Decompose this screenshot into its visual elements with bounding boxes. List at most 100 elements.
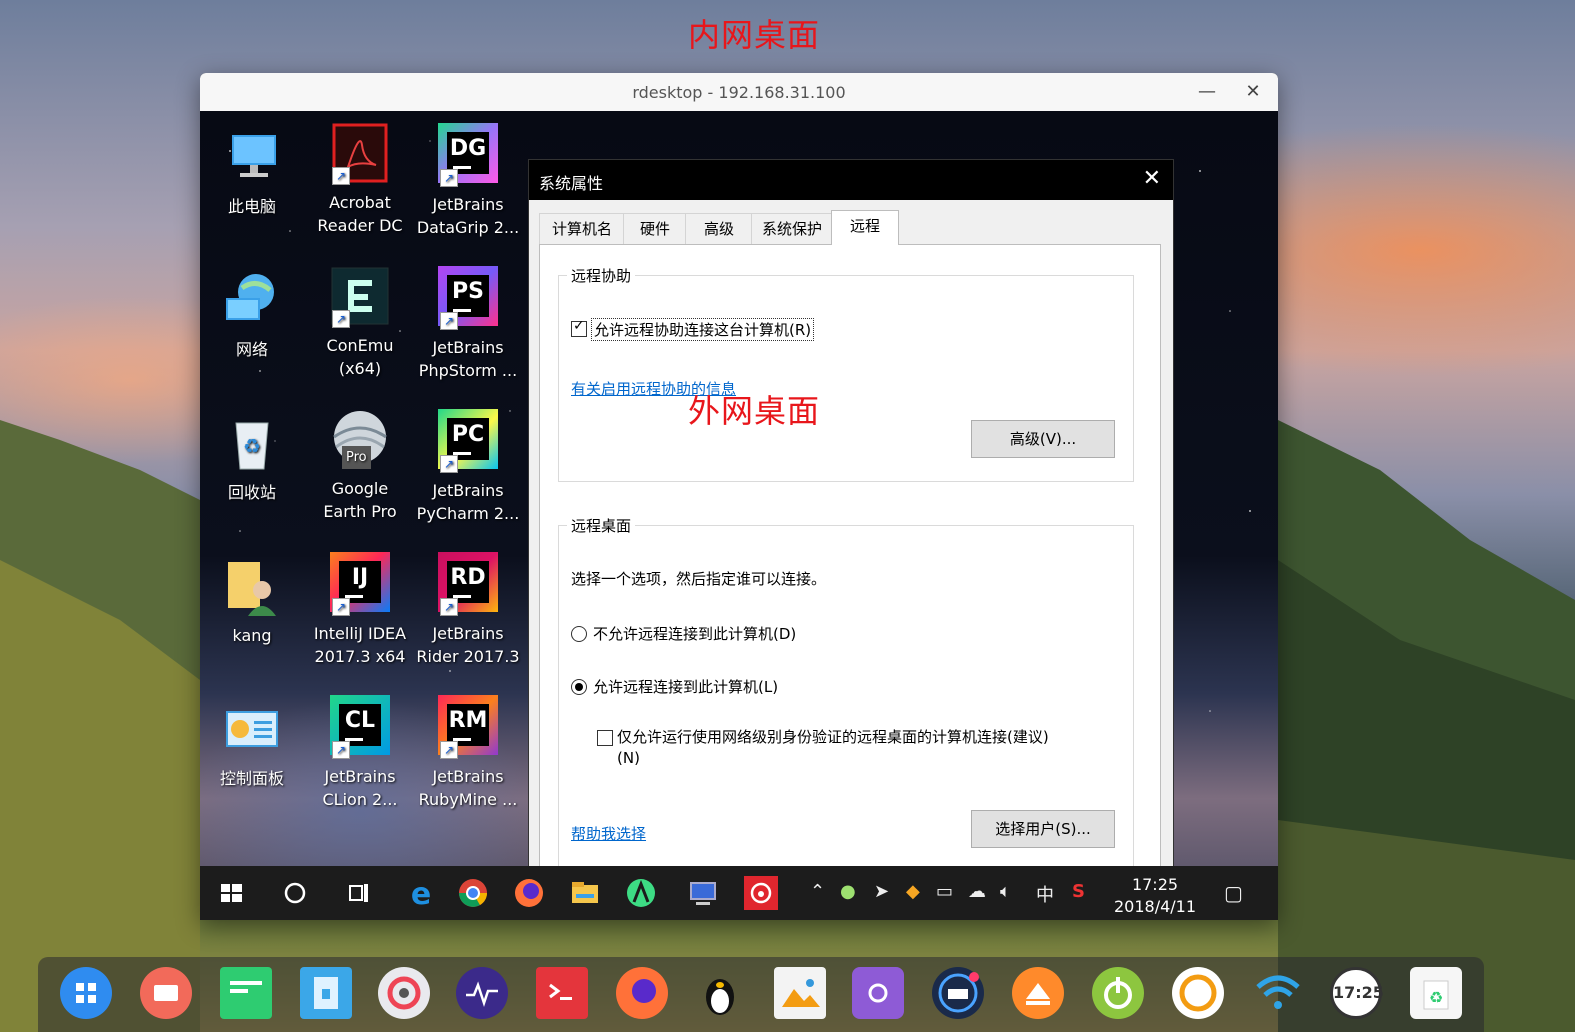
google-earth-icon: Pro: [328, 407, 392, 471]
desktop-icon-label: PyCharm 2...: [416, 504, 520, 523]
start-icon[interactable]: [214, 876, 248, 910]
minimize-button[interactable]: —: [1192, 77, 1222, 107]
remote-assistance-label: 远程协助: [567, 265, 636, 286]
desktop-icon-kang[interactable]: kang: [200, 554, 304, 647]
shortcut-arrow-icon: ↗: [332, 741, 350, 759]
taskbar-clock[interactable]: 17:25 2018/4/11: [1100, 874, 1210, 918]
clock-icon[interactable]: 17:25: [1330, 967, 1384, 1019]
window-titlebar[interactable]: rdesktop - 192.168.31.100 — ✕: [200, 73, 1278, 112]
rider-icon: RD ↗: [436, 552, 500, 616]
desktop-icon-clion[interactable]: CL ↗ JetBrains CLion 2...: [308, 693, 412, 811]
netease-music-icon[interactable]: [744, 876, 778, 910]
android-studio-icon[interactable]: [624, 876, 658, 910]
allow-remote-assistance-checkbox[interactable]: [571, 318, 587, 337]
desktop-icon-control-panel[interactable]: 控制面板: [200, 697, 304, 790]
remote-desktop-icon[interactable]: [686, 876, 720, 910]
settings-icon[interactable]: [378, 967, 430, 1019]
desktop-icon-datagrip[interactable]: DG ↗ JetBrains DataGrip 2...: [416, 121, 520, 239]
deepin-upload-icon[interactable]: [1012, 967, 1064, 1019]
network-tray-icon[interactable]: ▭: [936, 881, 953, 902]
chevron-up-icon[interactable]: ⌃: [810, 881, 825, 902]
shortcut-arrow-icon: ↗: [332, 167, 350, 185]
firefox-dock-icon[interactable]: [616, 967, 668, 1019]
deepin-terminal-icon[interactable]: [220, 967, 272, 1019]
system-monitor-icon[interactable]: [456, 967, 508, 1019]
desktop-icon-label: JetBrains: [432, 624, 504, 643]
desktop-icon-network[interactable]: 网络: [200, 268, 304, 361]
outer-desktop-annotation: 外网桌面: [688, 392, 821, 430]
desktop-icon-label: RubyMine ...: [418, 790, 518, 809]
desktop-icon-label: JetBrains: [432, 338, 504, 357]
tab-remote[interactable]: 远程: [831, 210, 899, 245]
tux-icon[interactable]: [694, 967, 746, 1019]
desktop-icon-intellij[interactable]: IJ ↗ IntelliJ IDEA 2017.3 x64: [308, 550, 412, 668]
multitasking-icon[interactable]: [140, 967, 192, 1019]
nla-label-shortcut[interactable]: (N): [617, 749, 640, 767]
desktop-icon-phpstorm[interactable]: PS ↗ JetBrains PhpStorm ...: [416, 264, 520, 382]
help-me-choose-link[interactable]: 帮助我选择: [571, 823, 646, 844]
volume-icon[interactable]: 🔈︎: [1000, 881, 1011, 902]
remote-desktop-group: 远程桌面 选择一个选项，然后指定谁可以连接。 不允许远程连接到此计算机(D) 允…: [558, 515, 1134, 869]
desktop-icon-label: 控制面板: [219, 769, 284, 788]
desktop-icon-this-pc[interactable]: 此电脑: [200, 125, 304, 218]
image-viewer-icon[interactable]: [774, 967, 826, 1019]
allow-remote-assistance-label[interactable]: 允许远程协助连接这台计算机(R): [591, 318, 815, 341]
tab-system-protection[interactable]: 系统保护: [751, 213, 833, 244]
onboard-keyboard-icon[interactable]: [932, 967, 984, 1019]
dialog-close-button[interactable]: ✕: [1143, 166, 1161, 191]
allow-remote-label[interactable]: 允许远程连接到此计算机(L): [593, 676, 778, 697]
desktop-icon-conemu[interactable]: ↗ ConEmu (x64): [308, 264, 412, 380]
desktop-icon-google-earth[interactable]: Pro Google Earth Pro: [308, 407, 412, 523]
desktop-icon-rider[interactable]: RD ↗ JetBrains Rider 2017.3: [416, 550, 520, 668]
ime-indicator[interactable]: 中: [1036, 881, 1054, 907]
tab-hardware[interactable]: 硬件: [623, 213, 687, 244]
wechat-icon[interactable]: ●: [840, 881, 856, 902]
nla-checkbox[interactable]: [597, 730, 613, 746]
window-close-button[interactable]: ✕: [1238, 77, 1268, 107]
allow-remote-radio[interactable]: [571, 679, 587, 695]
power-icon[interactable]: [1092, 967, 1144, 1019]
nla-label[interactable]: 仅允许运行使用网络级别身份验证的远程桌面的计算机连接(建议): [617, 726, 1049, 747]
tab-advanced[interactable]: 高级: [685, 213, 753, 244]
desktop-icon-acrobat[interactable]: ↗ Acrobat Reader DC: [308, 121, 412, 237]
intellij-icon: IJ ↗: [328, 552, 392, 616]
rubymine-icon: RM ↗: [436, 695, 500, 759]
desktop-icon-pycharm[interactable]: PC ↗ JetBrains PyCharm 2...: [416, 407, 520, 525]
action-center-icon[interactable]: ▢: [1224, 881, 1243, 905]
chrome-icon[interactable]: [456, 876, 490, 910]
sogou-icon[interactable]: S: [1072, 881, 1085, 902]
recycle-bin-icon: ♻: [220, 411, 284, 475]
deepin-store-icon[interactable]: [852, 967, 904, 1019]
shield-icon[interactable]: ◆: [906, 881, 920, 902]
desktop-icon-label: JetBrains: [432, 195, 504, 214]
desktop-icon-recycle-bin[interactable]: ♻ 回收站: [200, 411, 304, 504]
firefox-icon[interactable]: [512, 876, 546, 910]
desktop-icon-label: DataGrip 2...: [416, 218, 520, 237]
advanced-button[interactable]: 高级(V)...: [971, 420, 1115, 458]
edge-icon[interactable]: e: [404, 876, 438, 912]
dialog-titlebar[interactable]: 系统属性 ✕: [529, 160, 1173, 200]
select-users-button[interactable]: 选择用户(S)...: [971, 810, 1115, 848]
desktop-icon-label: kang: [232, 626, 272, 645]
trash-icon[interactable]: ♻: [1410, 967, 1462, 1019]
terminal-icon[interactable]: [536, 967, 588, 1019]
tab-computer-name[interactable]: 计算机名: [539, 213, 625, 244]
explorer-icon[interactable]: [568, 876, 602, 910]
computer-icon: [220, 125, 284, 189]
wifi-icon[interactable]: [1252, 967, 1304, 1019]
launcher-icon[interactable]: [60, 967, 112, 1019]
deny-remote-radio[interactable]: [571, 626, 587, 642]
remote-assistance-group: 远程协助 允许远程协助连接这台计算机(R) 有关启用远程协助的信息 高级(V).…: [558, 265, 1134, 482]
file-manager-icon[interactable]: [300, 967, 352, 1019]
desktop-icon-label: Google: [331, 479, 389, 498]
desktop-icon-rubymine[interactable]: RM ↗ JetBrains RubyMine ...: [416, 693, 520, 811]
cortana-icon[interactable]: [278, 876, 312, 910]
send-icon[interactable]: ➤: [874, 881, 889, 902]
desktop-icon-label: Acrobat: [329, 193, 391, 212]
desktop-icon-label: ConEmu: [326, 336, 394, 355]
task-view-icon[interactable]: [342, 876, 376, 910]
onedrive-icon[interactable]: ☁: [968, 881, 986, 902]
deny-remote-label[interactable]: 不允许远程连接到此计算机(D): [593, 623, 796, 644]
desktop-icon-label: 此电脑: [227, 197, 276, 216]
spark-icon[interactable]: [1172, 967, 1224, 1019]
